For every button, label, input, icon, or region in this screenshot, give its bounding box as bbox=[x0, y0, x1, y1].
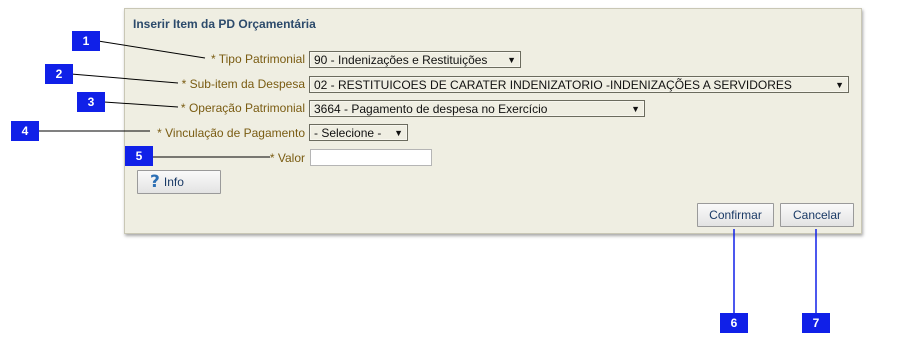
chevron-down-icon: ▼ bbox=[507, 54, 516, 65]
tipo-patrimonial-label: * Tipo Patrimonial bbox=[210, 52, 305, 66]
info-button-label: Info bbox=[163, 175, 184, 189]
valor-label: * Valor bbox=[269, 151, 305, 165]
callout-badge-1: 1 bbox=[72, 31, 100, 51]
confirm-button[interactable]: Confirmar bbox=[697, 203, 774, 227]
callout-badge-5: 5 bbox=[125, 146, 153, 166]
vinculacao-select[interactable]: - Selecione - ▼ bbox=[309, 124, 408, 141]
callout-badge-7: 7 bbox=[802, 313, 830, 333]
sub-item-label: * Sub-item da Despesa bbox=[181, 77, 305, 91]
sub-item-value: 02 - RESTITUICOES DE CARATER INDENIZATOR… bbox=[314, 77, 792, 92]
chevron-down-icon: ▼ bbox=[394, 127, 403, 138]
tipo-patrimonial-select[interactable]: 90 - Indenizações e Restituições ▼ bbox=[309, 51, 521, 68]
dialog-title: Inserir Item da PD Orçamentária bbox=[133, 17, 316, 31]
operacao-select[interactable]: 3664 - Pagamento de despesa no Exercício… bbox=[309, 100, 645, 117]
chevron-down-icon: ▼ bbox=[835, 79, 844, 90]
operacao-label: * Operação Patrimonial bbox=[180, 101, 305, 115]
question-mark-icon: ? bbox=[150, 172, 160, 192]
vinculacao-label: * Vinculação de Pagamento bbox=[157, 126, 305, 140]
tipo-patrimonial-value: 90 - Indenizações e Restituições bbox=[314, 52, 488, 67]
callout-badge-4: 4 bbox=[11, 121, 39, 141]
sub-item-select[interactable]: 02 - RESTITUICOES DE CARATER INDENIZATOR… bbox=[309, 76, 849, 93]
callout-badge-3: 3 bbox=[77, 92, 105, 112]
info-button[interactable]: ? Info bbox=[137, 170, 221, 194]
insert-item-dialog: Inserir Item da PD Orçamentária bbox=[124, 8, 862, 234]
callout-badge-2: 2 bbox=[45, 64, 73, 84]
operacao-value: 3664 - Pagamento de despesa no Exercício bbox=[314, 101, 548, 116]
cancel-button[interactable]: Cancelar bbox=[780, 203, 854, 227]
valor-input[interactable] bbox=[310, 149, 432, 166]
callout-badge-6: 6 bbox=[720, 313, 748, 333]
chevron-down-icon: ▼ bbox=[631, 103, 640, 114]
vinculacao-value: - Selecione - bbox=[314, 125, 382, 140]
